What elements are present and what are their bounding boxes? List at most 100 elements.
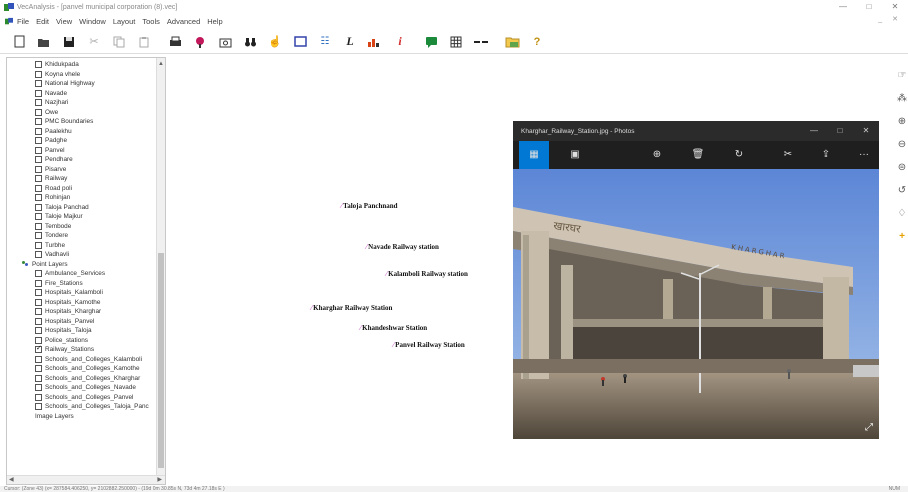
layer-item[interactable]: Fire_Stations xyxy=(7,279,157,289)
layer-checkbox[interactable] xyxy=(35,279,42,287)
layer-item[interactable]: Hospitals_Panvel xyxy=(7,317,157,327)
layer-item[interactable]: Nazjhari xyxy=(7,98,157,108)
share-icon[interactable]: ⇪ xyxy=(811,141,841,169)
layer-checkbox[interactable] xyxy=(35,127,42,135)
select-icon[interactable]: ♢ xyxy=(896,206,908,221)
menu-help[interactable]: Help xyxy=(207,17,222,26)
save-icon[interactable] xyxy=(58,32,80,52)
layer-group-image-layers[interactable]: Image Layers xyxy=(7,412,157,422)
layer-item[interactable]: Panvel xyxy=(7,146,157,156)
layer-checkbox[interactable] xyxy=(35,289,42,297)
layer-item[interactable]: Hospitals_Kalamboli xyxy=(7,288,157,298)
layer-checkbox[interactable] xyxy=(35,344,42,354)
layer-item[interactable]: Rohinjan xyxy=(7,193,157,203)
layer-item[interactable]: Schools_and_Colleges_Kalamboli xyxy=(7,355,157,365)
layer-checkbox[interactable] xyxy=(35,213,42,221)
menu-window[interactable]: Window xyxy=(79,17,106,26)
minimize-button[interactable]: — xyxy=(830,0,856,14)
see-all-photos-icon[interactable]: ▦ xyxy=(519,141,549,169)
menu-layout[interactable]: Layout xyxy=(113,17,136,26)
layer-checkbox[interactable] xyxy=(35,393,42,401)
layer-item[interactable]: Tondere xyxy=(7,231,157,241)
layer-item[interactable]: Schools_and_Colleges_Navade xyxy=(7,383,157,393)
document-window-controls[interactable]: _ ✕ xyxy=(878,15,902,23)
layer-item[interactable]: Schools_and_Colleges_Panvel xyxy=(7,393,157,403)
layer-checkbox[interactable] xyxy=(35,80,42,88)
delete-icon[interactable]: 🗑 xyxy=(683,141,713,169)
layer-checkbox[interactable] xyxy=(35,194,42,202)
layer-checkbox[interactable] xyxy=(35,146,42,154)
layer-item[interactable]: Schools_and_Colleges_Taloja_Panc xyxy=(7,402,157,412)
fullscreen-icon[interactable]: ⤢ xyxy=(865,422,873,433)
scroll-thumb[interactable] xyxy=(158,253,164,468)
photos-close-button[interactable]: ✕ xyxy=(853,121,879,141)
layer-group-point-layers[interactable]: Point Layers xyxy=(7,260,157,270)
zoom-extent-icon[interactable]: ⊜ xyxy=(896,160,908,175)
layer-item[interactable]: Schools_and_Colleges_Kharghar xyxy=(7,374,157,384)
layer-item[interactable]: Tembode xyxy=(7,222,157,232)
rotate-icon[interactable]: ↻ xyxy=(724,141,754,169)
layer-checkbox[interactable] xyxy=(35,384,42,392)
italic-l-icon[interactable]: L xyxy=(339,32,361,52)
zoom-in-icon[interactable]: ⊕ xyxy=(896,114,908,129)
layer-checkbox[interactable] xyxy=(35,298,42,306)
layer-item[interactable]: Owe xyxy=(7,108,157,118)
layer-checkbox[interactable] xyxy=(35,61,42,69)
station-marker[interactable]: ⁄ Taloja Panchnand xyxy=(341,202,398,210)
layer-checkbox[interactable] xyxy=(35,89,42,97)
dash-icon[interactable] xyxy=(470,32,492,52)
layer-checkbox[interactable] xyxy=(35,336,42,344)
layer-checkbox[interactable] xyxy=(35,251,42,259)
info-icon[interactable]: i xyxy=(389,32,411,52)
crosshair-icon[interactable]: + xyxy=(896,229,908,244)
layer-checkbox[interactable] xyxy=(35,184,42,192)
layer-item[interactable]: Turbhe xyxy=(7,241,157,251)
layer-item[interactable]: PMC Boundaries xyxy=(7,117,157,127)
layer-checkbox[interactable] xyxy=(35,365,42,373)
station-marker[interactable]: ⁄ Khandeshwar Station xyxy=(360,324,427,332)
scroll-left-arrow-icon[interactable]: ◀ xyxy=(9,476,14,483)
station-marker[interactable]: ⁄ Panvel Railway Station xyxy=(393,341,465,349)
pan-hand-icon[interactable]: ☞ xyxy=(896,68,908,83)
paste-icon[interactable] xyxy=(133,32,155,52)
station-marker[interactable]: ⁄ Navade Railway station xyxy=(366,243,439,251)
layer-checkbox[interactable] xyxy=(35,137,42,145)
rotate-icon[interactable]: ↺ xyxy=(896,183,908,198)
layer-panel-horizontal-scrollbar[interactable]: ◀ ▶ xyxy=(7,475,165,484)
layer-item[interactable]: Koyna vhele xyxy=(7,70,157,80)
layer-checkbox[interactable] xyxy=(35,156,42,164)
layer-checkbox[interactable] xyxy=(35,70,42,78)
layer-item[interactable]: Railway_Stations xyxy=(7,344,157,355)
layer-item[interactable]: Vadhavli xyxy=(7,250,157,260)
more-options-icon[interactable]: ··· xyxy=(849,141,879,169)
close-button[interactable]: ✕ xyxy=(882,0,908,14)
grid-icon[interactable] xyxy=(445,32,467,52)
layer-item[interactable]: Taloje Majkur xyxy=(7,212,157,222)
open-icon[interactable] xyxy=(33,32,55,52)
station-marker[interactable]: ⁄ Kharghar Railway Station xyxy=(311,304,392,312)
pointer-icon[interactable]: ☝ xyxy=(264,32,286,52)
layer-item[interactable]: Railway xyxy=(7,174,157,184)
layer-checkbox[interactable] xyxy=(35,355,42,363)
layer-checkbox[interactable] xyxy=(35,308,42,316)
rectangle-icon[interactable] xyxy=(289,32,311,52)
zoom-icon[interactable]: ⊕ xyxy=(642,141,672,169)
layer-checkbox[interactable] xyxy=(35,118,42,126)
slideshow-icon[interactable]: ▣ xyxy=(560,141,590,169)
layer-checkbox[interactable] xyxy=(35,374,42,382)
new-icon[interactable] xyxy=(8,32,30,52)
layer-item[interactable]: National Highway xyxy=(7,79,157,89)
comment-icon[interactable] xyxy=(420,32,442,52)
print-icon[interactable] xyxy=(164,32,186,52)
menu-file[interactable]: File xyxy=(17,17,29,26)
layer-checkbox[interactable] xyxy=(35,165,42,173)
layer-checkbox[interactable] xyxy=(35,241,42,249)
layer-item[interactable]: Pendhare xyxy=(7,155,157,165)
layer-item[interactable]: Hospitals_Taloja xyxy=(7,326,157,336)
filter-icon[interactable]: ☷ xyxy=(314,32,336,52)
menu-edit[interactable]: Edit xyxy=(36,17,49,26)
layer-checkbox[interactable] xyxy=(35,222,42,230)
cut-icon[interactable]: ✂ xyxy=(83,32,105,52)
layer-checkbox[interactable] xyxy=(35,99,42,107)
layer-checkbox[interactable] xyxy=(35,232,42,240)
